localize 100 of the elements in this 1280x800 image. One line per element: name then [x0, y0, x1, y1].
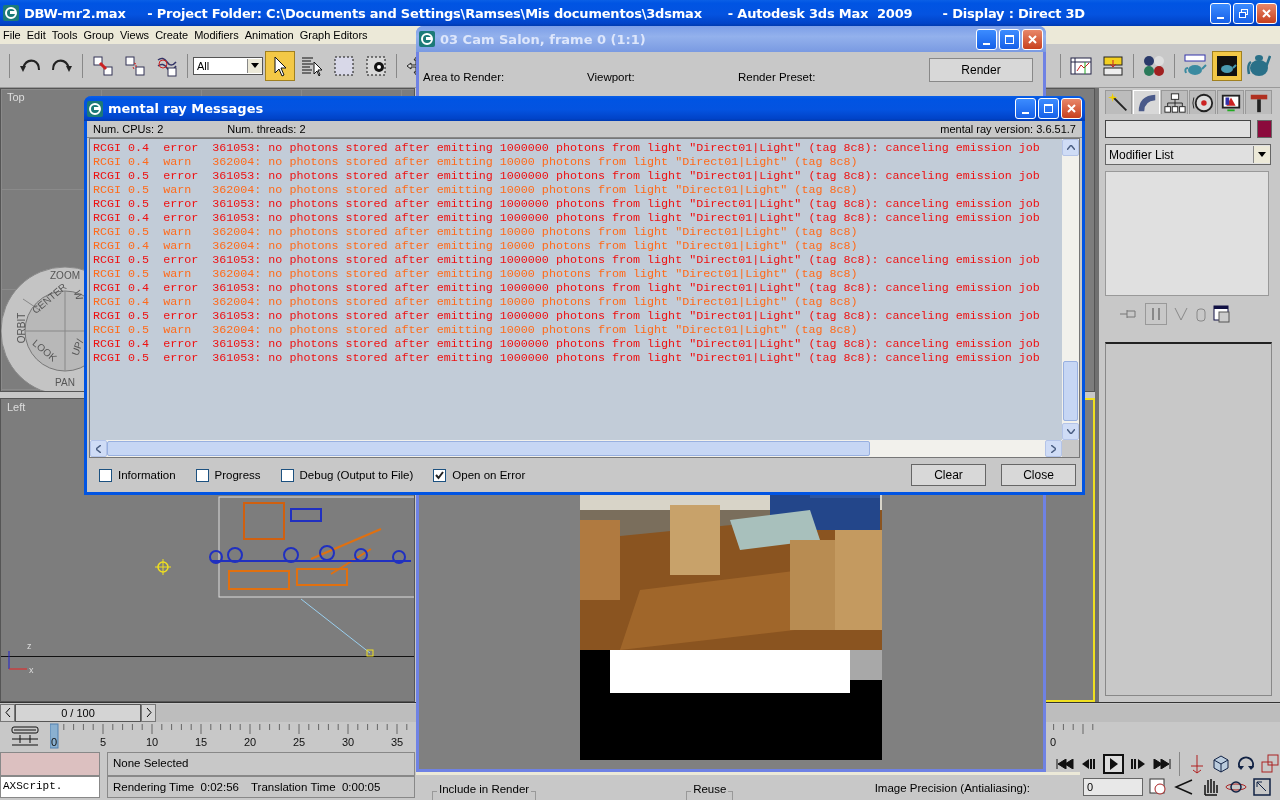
horizontal-scrollbar[interactable] [90, 440, 1062, 457]
menu-item[interactable]: Graph Editors [296, 29, 371, 41]
time-config-button[interactable] [1147, 777, 1169, 797]
scroll-down-button[interactable] [1062, 423, 1079, 440]
cpu-count: Num. CPUs: 2 [93, 123, 164, 135]
scroll-right-button[interactable] [1045, 440, 1062, 457]
app-icon [419, 31, 435, 47]
log-line: RCGI 0.5 warn 362004: no photons stored after emitting 10000 photons from light "Direct01|Light" (tag 8c8) [93, 323, 859, 337]
log-line: RCGI 0.4 warn 362004: no photons stored after emitting 10000 photons from light "Direct01|Light" (tag 8c8) [93, 295, 859, 309]
close-button[interactable] [1022, 28, 1043, 50]
maximize-button[interactable] [999, 28, 1020, 50]
group-label: Reuse [691, 783, 729, 795]
listener-field[interactable] [0, 752, 100, 776]
tick-label: 20 [243, 736, 257, 748]
minimize-button[interactable] [1210, 2, 1231, 24]
configure-icon[interactable] [1213, 305, 1231, 323]
panel-tab[interactable] [1105, 90, 1132, 114]
render-button[interactable]: Render [929, 58, 1033, 82]
checkbox[interactable] [280, 468, 294, 482]
field-label: Render Preset: [738, 70, 816, 83]
scroll-left-button[interactable] [90, 440, 107, 457]
unlink-icon [123, 53, 147, 78]
checkbox-label: Progress [214, 469, 261, 481]
menu-item[interactable]: File [0, 29, 24, 41]
maximize-button[interactable] [1038, 98, 1059, 119]
maximize-viewport-icon [1253, 778, 1271, 796]
restore-button[interactable] [1233, 2, 1254, 24]
tool-button[interactable] [1212, 50, 1242, 81]
log-line: RCGI 0.4 warn 362004: no photons stored after emitting 10000 photons from light "Direct01|Light" (tag 8c8) [93, 155, 859, 169]
play-icon [1108, 758, 1119, 770]
close-button[interactable] [1256, 2, 1277, 24]
object-name-field[interactable] [1105, 120, 1251, 138]
menu-item[interactable]: Views [116, 29, 153, 41]
menu-item[interactable]: Tools [48, 29, 81, 41]
scroll-up-button[interactable] [1062, 139, 1079, 156]
minimize-button[interactable] [1015, 98, 1036, 119]
field-label: Viewport: [587, 70, 635, 83]
close-icon [1027, 33, 1038, 45]
version-label: mental ray version: 3.6.51.7 [940, 123, 1076, 135]
rectangle-selection-icon [332, 53, 356, 78]
tick-label: 35 [390, 736, 404, 748]
minimize-icon [983, 42, 990, 45]
frame-spinner[interactable]: 0 [1083, 778, 1143, 796]
checkbox-label: Open on Error [452, 469, 526, 481]
precision-label: Image Precision (Antialiasing): [874, 782, 1031, 796]
tick-label: 10 [145, 736, 159, 748]
next-frame-button[interactable] [141, 703, 156, 722]
minimize-icon [1022, 112, 1029, 114]
checkbox-label: Information [118, 469, 176, 481]
modifier-list-dropdown[interactable]: Modifier List [1105, 144, 1271, 165]
selection-filter-dropdown[interactable]: All [193, 56, 263, 75]
checkbox[interactable] [433, 468, 447, 482]
maximize-icon [1043, 103, 1054, 114]
dialog-button[interactable]: Clear [911, 464, 986, 486]
close-button[interactable] [1061, 98, 1082, 119]
log-line: RCGI 0.5 error 361053: no photons stored after emitting 1000000 photons from light "Direct01|Light" (tag 8c8): canceling emission job [93, 309, 1041, 323]
scroll-right-icon [1051, 444, 1056, 453]
window-crossing-icon [364, 53, 388, 78]
tick-label: 0 [1050, 736, 1057, 748]
minimize-button[interactable] [976, 28, 997, 50]
maximize-viewport-button[interactable] [1251, 777, 1273, 797]
vertical-scrollbar[interactable] [1062, 139, 1079, 440]
window-title: mental ray Messages [108, 101, 265, 116]
log-line: RCGI 0.4 error 361053: no photons stored after emitting 1000000 photons from light "Direct01|Light" (tag 8c8): canceling emission job [93, 211, 1041, 225]
menu-item[interactable]: Create [152, 29, 192, 41]
check-icon [435, 470, 445, 480]
close-icon [1261, 7, 1272, 19]
scrollbar-thumb[interactable] [1063, 361, 1078, 421]
tool-button[interactable] [265, 50, 295, 81]
field-of-view-button[interactable] [1173, 777, 1195, 797]
scrollbar-thumb[interactable] [107, 441, 870, 456]
menu-item[interactable]: Animation [241, 29, 297, 41]
panel-tab[interactable] [1161, 90, 1188, 114]
object-color-swatch[interactable] [1257, 120, 1272, 138]
tick-label: 0 [50, 736, 58, 748]
script-field[interactable]: AXScript. [0, 776, 100, 798]
menu-item[interactable]: Modifiers [191, 29, 242, 41]
teapot-icon [1183, 53, 1207, 78]
dialog-button[interactable]: Close [1001, 464, 1076, 486]
filter-icon[interactable] [10, 725, 40, 747]
group-label: Include in Render [437, 783, 532, 795]
wheel-label: UP/ [69, 337, 86, 357]
cube-button[interactable] [1211, 754, 1232, 774]
schematic-icon [1101, 53, 1125, 78]
checkbox[interactable] [99, 468, 112, 482]
panel-tab[interactable] [1189, 90, 1216, 114]
tick-label: 25 [292, 736, 306, 748]
wand-icon [1107, 91, 1130, 114]
link-icon [91, 53, 115, 78]
app-icon [87, 100, 103, 117]
previous-frame-button[interactable] [0, 703, 15, 722]
play-button[interactable] [1103, 754, 1124, 774]
scroll-left-icon [96, 444, 101, 453]
menu-item[interactable]: Edit [23, 29, 49, 41]
wheel-label: PAN [55, 377, 75, 388]
panel-tab[interactable] [1217, 90, 1244, 114]
panel-tab[interactable] [1245, 90, 1272, 114]
checkbox[interactable] [195, 468, 209, 482]
hand-icon [1201, 777, 1219, 797]
menu-item[interactable]: Group [80, 29, 117, 41]
